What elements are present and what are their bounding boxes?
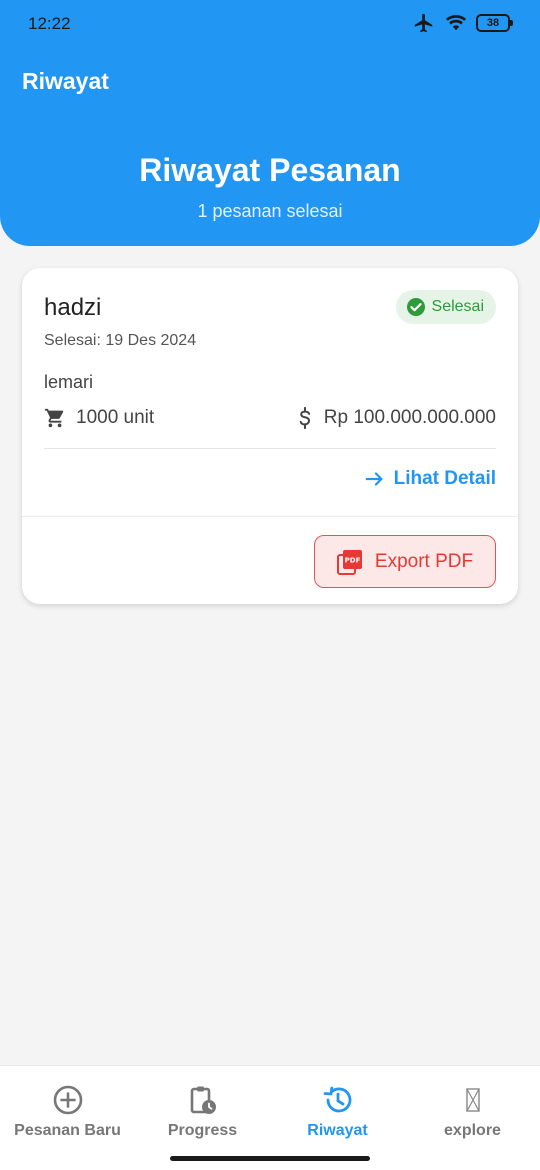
- pdf-icon: PDF: [336, 549, 362, 575]
- price: Rp 100.000.000.000: [298, 407, 496, 429]
- airplane-icon: [414, 13, 433, 33]
- price-value: Rp 100.000.000.000: [323, 407, 496, 428]
- nav-label: Progress: [167, 1122, 238, 1139]
- divider: [44, 448, 496, 449]
- clipboard-clock-icon: [190, 1086, 216, 1114]
- quantity-value: 1000 unit: [76, 407, 155, 428]
- nav-item-new-order[interactable]: Pesanan Baru: [0, 1084, 135, 1140]
- quantity: 1000 unit: [44, 407, 154, 429]
- nav-label: Riwayat: [307, 1122, 368, 1139]
- nav-label: Pesanan Baru: [14, 1122, 121, 1139]
- completion-date: Selesai: 19 Des 2024: [44, 332, 197, 349]
- add-circle-icon: [53, 1085, 82, 1115]
- status-badge: Selesai: [395, 290, 496, 324]
- home-indicator[interactable]: [170, 1156, 370, 1161]
- status-icons: 38: [412, 12, 513, 34]
- arrow-right-icon: [365, 472, 383, 486]
- bottom-nav: Pesanan Baru Progress Riwayat explore: [0, 1065, 540, 1170]
- header: 12:22 38 Riwayat Riwayat Pesanan 1 pesan…: [0, 0, 540, 246]
- customer-name: hadzi: [44, 294, 102, 321]
- battery-icon: 38: [476, 14, 513, 32]
- missing-glyph-icon: [465, 1088, 480, 1112]
- page-subtitle: 1 pesanan selesai: [197, 201, 343, 221]
- nav-item-explore[interactable]: explore: [405, 1084, 540, 1140]
- app-bar-title: Riwayat: [22, 68, 109, 94]
- battery-level: 38: [486, 17, 500, 29]
- export-pdf-label: Export PDF: [374, 550, 474, 572]
- page-title: Riwayat Pesanan: [139, 152, 401, 188]
- export-pdf-button[interactable]: PDF Export PDF: [314, 535, 496, 588]
- product-name: lemari: [44, 372, 94, 392]
- pdf-icon-text: PDF: [345, 556, 361, 564]
- nav-item-history[interactable]: Riwayat: [270, 1084, 405, 1140]
- status-label: Selesai: [431, 298, 484, 315]
- nav-item-progress[interactable]: Progress: [135, 1084, 270, 1140]
- history-icon: [323, 1086, 351, 1113]
- view-detail-label: Lihat Detail: [393, 468, 496, 489]
- order-card[interactable]: hadzi Selesai Selesai: 19 Des 2024 lemar…: [22, 268, 518, 604]
- dollar-icon: [299, 407, 310, 429]
- status-bar: 12:22 38: [0, 0, 540, 48]
- divider: [22, 516, 518, 517]
- view-detail-link[interactable]: Lihat Detail: [364, 468, 496, 490]
- wifi-icon: [445, 14, 467, 31]
- status-time: 12:22: [28, 14, 71, 33]
- cart-icon: [44, 408, 64, 428]
- check-circle-icon: [406, 298, 425, 316]
- nav-label: explore: [444, 1122, 501, 1139]
